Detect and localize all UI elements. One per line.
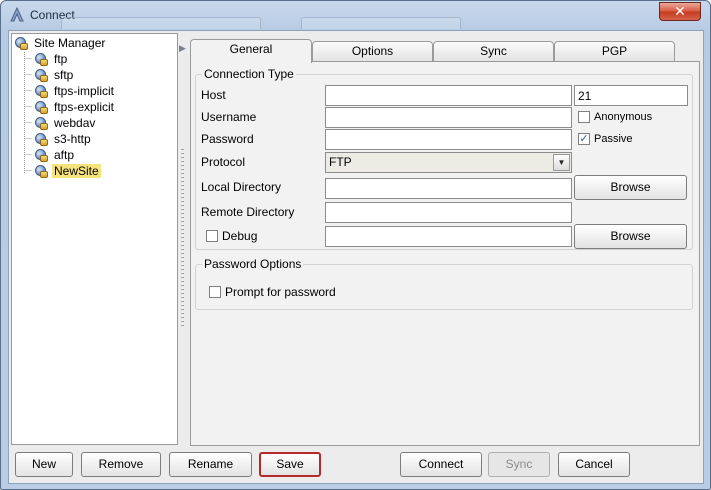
general-tab-panel: Connection Type Host Username Anonymous … — [190, 61, 700, 446]
tree-root-label: Site Manager — [34, 36, 106, 50]
connection-type-group: Connection Type Host Username Anonymous … — [195, 67, 693, 250]
site-icon — [33, 131, 49, 147]
tree-item-label: s3-http — [54, 132, 91, 146]
tree-item-label: aftp — [54, 148, 75, 162]
tree-item-aftp[interactable]: aftp — [33, 147, 76, 163]
host-label: Host — [201, 88, 226, 102]
protocol-select[interactable]: FTP ▼ — [325, 152, 572, 173]
local-directory-input[interactable] — [325, 178, 572, 199]
tree-item-sftp[interactable]: sftp — [33, 67, 75, 83]
port-input[interactable] — [574, 85, 688, 106]
dropdown-arrow-icon[interactable]: ▼ — [553, 154, 570, 171]
background-ghost-tab — [61, 17, 261, 29]
tree-item-label: ftps-explicit — [54, 100, 115, 114]
password-options-legend: Password Options — [202, 257, 304, 271]
tab-sync[interactable]: Sync — [433, 41, 554, 62]
tree-root-site-manager[interactable]: Site Manager — [13, 35, 107, 51]
tab-pgp[interactable]: PGP — [554, 41, 675, 62]
site-icon — [33, 115, 49, 131]
site-icon — [33, 99, 49, 115]
tree-item-newsite[interactable]: NewSite — [33, 163, 101, 179]
remove-button[interactable]: Remove — [81, 452, 161, 477]
remote-directory-input[interactable] — [325, 202, 572, 223]
dialog-client-area: Site Manager ftp sftp ftps-implicit ftps… — [8, 30, 704, 484]
debug-file-input[interactable] — [325, 226, 572, 247]
anonymous-label: Anonymous — [594, 111, 653, 123]
password-label: Password — [201, 132, 254, 146]
tree-item-ftp[interactable]: ftp — [33, 51, 69, 67]
tree-item-label: webdav — [54, 116, 96, 130]
debug-checkbox[interactable] — [206, 230, 218, 242]
tab-options[interactable]: Options — [312, 41, 433, 62]
new-button[interactable]: New — [15, 452, 73, 477]
host-input[interactable] — [325, 85, 572, 106]
passive-label: Passive — [594, 133, 633, 145]
passive-checkbox[interactable]: ✓ — [578, 133, 590, 145]
splitter-handle[interactable] — [181, 149, 184, 329]
local-browse-button[interactable]: Browse — [574, 175, 687, 200]
tab-general[interactable]: General — [190, 39, 312, 63]
password-input[interactable] — [325, 129, 572, 150]
protocol-label: Protocol — [201, 155, 246, 169]
cancel-button[interactable]: Cancel — [558, 452, 630, 477]
sync-button[interactable]: Sync — [488, 452, 550, 477]
connect-window: Connect ✕ Site Manager ftp sftp ftps-imp… — [0, 0, 711, 490]
title-bar[interactable]: Connect ✕ — [1, 1, 710, 29]
site-icon — [33, 163, 49, 179]
username-input[interactable] — [325, 107, 572, 128]
tree-item-ftps-implicit[interactable]: ftps-implicit — [33, 83, 116, 99]
site-icon — [33, 51, 49, 67]
site-icon — [33, 67, 49, 83]
collapse-arrow-icon[interactable]: ▶ — [179, 43, 186, 54]
remote-directory-label: Remote Directory — [201, 205, 295, 219]
site-manager-icon — [13, 35, 29, 51]
debug-browse-button[interactable]: Browse — [574, 224, 687, 249]
tree-item-label: ftp — [54, 52, 68, 66]
tree-item-label: sftp — [54, 68, 74, 82]
close-button[interactable]: ✕ — [659, 2, 701, 21]
protocol-selected-value: FTP — [329, 155, 352, 169]
tree-item-s3-http[interactable]: s3-http — [33, 131, 93, 147]
local-directory-label: Local Directory — [201, 180, 282, 194]
prompt-for-password-label: Prompt for password — [225, 285, 336, 299]
tree-item-label: ftps-implicit — [54, 84, 115, 98]
background-ghost-tab — [301, 17, 461, 29]
tree-item-webdav[interactable]: webdav — [33, 115, 97, 131]
tree-item-label: NewSite — [52, 164, 101, 178]
debug-label: Debug — [222, 229, 258, 243]
tree-item-ftps-explicit[interactable]: ftps-explicit — [33, 99, 116, 115]
site-manager-tree[interactable]: Site Manager ftp sftp ftps-implicit ftps… — [11, 33, 178, 445]
site-icon — [33, 83, 49, 99]
prompt-for-password-checkbox[interactable] — [209, 286, 221, 298]
site-icon — [33, 147, 49, 163]
connect-button[interactable]: Connect — [400, 452, 482, 477]
username-label: Username — [201, 110, 257, 124]
rename-button[interactable]: Rename — [169, 452, 252, 477]
app-icon — [10, 7, 24, 22]
anonymous-checkbox[interactable] — [578, 111, 590, 123]
connection-type-legend: Connection Type — [202, 67, 296, 81]
password-options-group: Password Options Prompt for password — [195, 257, 693, 310]
save-button[interactable]: Save — [259, 452, 321, 477]
